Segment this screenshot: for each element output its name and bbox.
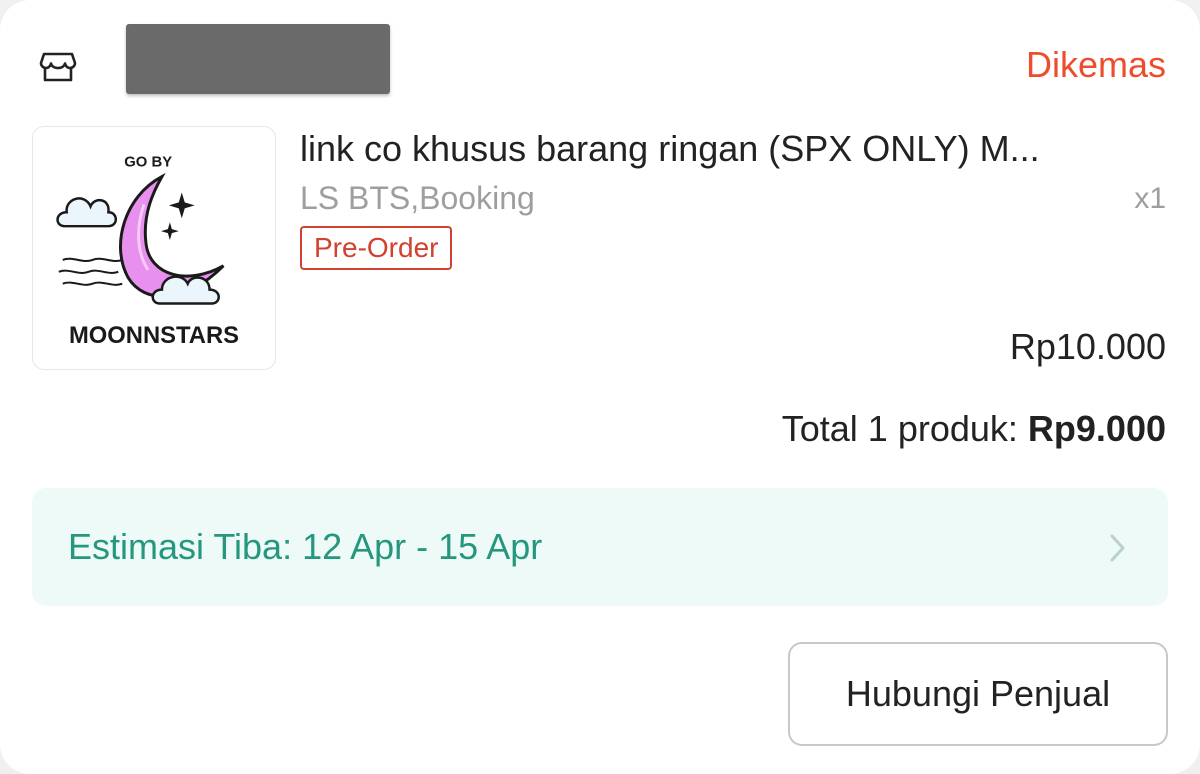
order-status: Dikemas — [1025, 44, 1166, 85]
preorder-tag: Pre-Order — [300, 226, 453, 270]
product-variant: LS BTS,Booking — [300, 180, 535, 216]
product-title[interactable]: link co khusus barang ringan (SPX ONLY) … — [300, 128, 1166, 170]
order-total: Total 1 produk: Rp9.000 — [782, 408, 1166, 450]
shop-name-redacted[interactable] — [126, 24, 390, 94]
estimated-arrival-text: Estimasi Tiba: 12 Apr - 15 Apr — [68, 526, 543, 567]
order-card: Dikemas GO BY MOONNSTARS link co khusus … — [0, 0, 1200, 774]
shop-header: Dikemas — [36, 24, 1166, 94]
contact-seller-button[interactable]: Hubungi Penjual — [788, 642, 1168, 746]
product-price: Rp10.000 — [1009, 326, 1166, 367]
product-quantity: x1 — [1134, 182, 1166, 215]
thumbnail-brand-text: MOONNSTARS — [69, 322, 239, 349]
total-label: Total 1 produk: — [781, 408, 1018, 449]
total-amount: Rp9.000 — [1027, 408, 1166, 449]
shop-icon — [38, 46, 78, 86]
thumbnail-top-text: GO BY — [124, 155, 172, 171]
product-thumbnail[interactable]: GO BY MOONNSTARS — [32, 126, 276, 370]
chevron-right-icon — [1108, 532, 1128, 564]
estimated-arrival-bar[interactable]: Estimasi Tiba: 12 Apr - 15 Apr — [32, 488, 1168, 606]
